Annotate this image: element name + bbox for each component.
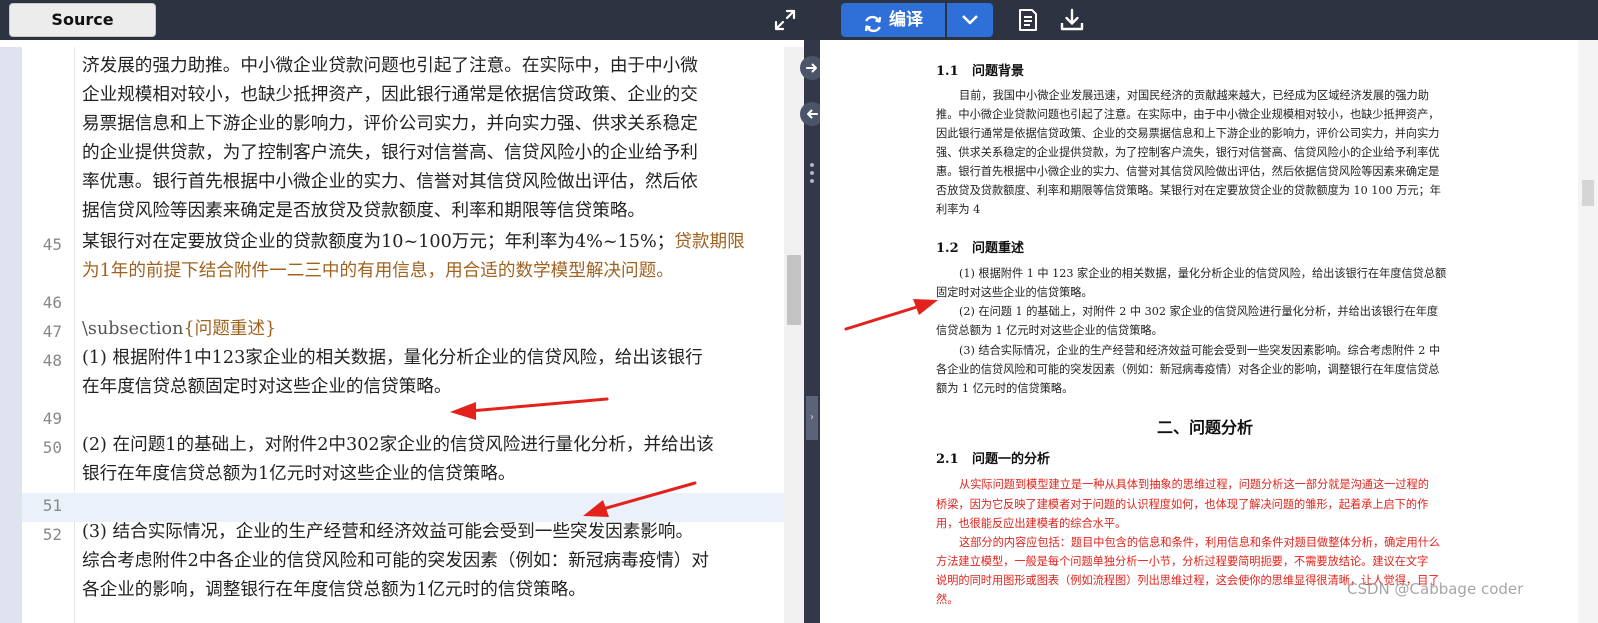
- document-icon[interactable]: [1014, 6, 1042, 34]
- code-line[interactable]: 的企业提供贷款，为了控制客户流失，银行对信誉高、信贷风险小的企业给予利: [82, 139, 698, 168]
- section-title: 问题一的分析: [972, 452, 1051, 467]
- paragraph-line: 然。: [936, 593, 959, 606]
- paragraph-line: (3) 结合实际情况，企业的生产经营和经济效益可能会受到一些突发因素影响。综合考…: [959, 344, 1441, 357]
- code-line[interactable]: 综合考虑附件2中各企业的信贷风险和可能的突发因素（例如：新冠病毒疫情）对: [82, 547, 709, 576]
- arrow-right-icon: [806, 63, 817, 73]
- code-line[interactable]: 某银行对在定要放贷企业的贷款额度为10~100万元；年利率为4%~15%；贷款期…: [82, 228, 745, 257]
- compile-button[interactable]: 编译: [841, 3, 945, 37]
- watermark: CSDN @Cabbage coder: [1347, 580, 1524, 598]
- code-line[interactable]: 企业规模相对较小，也缺少抵押资产，因此银行通常是依据信贷政策、企业的交: [82, 81, 698, 110]
- source-button[interactable]: Source: [9, 3, 156, 37]
- line-number: 48: [42, 351, 62, 370]
- code-line[interactable]: (3) 结合实际情况，企业的生产经营和经济效益可能会受到一些突发因素影响。: [82, 518, 693, 547]
- section-number: 2.1: [936, 452, 959, 467]
- code-text: 某银行对在定要放贷企业的贷款额度为10~100万元；年利率为4%~15%；: [82, 232, 675, 252]
- paragraph-line: 推。中小微企业贷款问题也引起了注意。在实际中，由于中小微企业规模相对较小，也缺少…: [936, 108, 1440, 121]
- section-title: 问题背景: [972, 64, 1025, 79]
- line-number: 49: [42, 409, 62, 428]
- line-number: 46: [42, 293, 62, 312]
- line-number: 47: [42, 322, 62, 341]
- paragraph-line: 方法建立模型，一般是每个问题单独分析一小节，分析过程要简明扼要，不需要放结论。建…: [936, 555, 1429, 568]
- line-number: 51: [42, 496, 62, 515]
- arrow-left-icon: [807, 109, 818, 119]
- chevron-down-icon: [962, 15, 978, 25]
- latex-argument: {问题重述}: [183, 319, 277, 339]
- preview-scrollbar-thumb[interactable]: [1582, 180, 1594, 206]
- line-number: 52: [42, 525, 62, 544]
- paragraph-line: 这部分的内容应包括：题目中包含的信息和条件，利用信息和条件对题目做整体分析，确定…: [959, 536, 1441, 549]
- paragraph-line: 否放贷及贷款额度、利率和期限等信贷策略。某银行对在定要放贷企业的贷款额度为 10…: [936, 184, 1441, 197]
- latex-command: \subsection: [82, 319, 184, 339]
- paragraph-line: 额为 1 亿元时的信贷策略。: [936, 382, 1074, 395]
- section-heading: 1.1 问题背景: [936, 60, 1024, 79]
- collapse-pane-button[interactable]: ›: [806, 396, 818, 440]
- code-line[interactable]: 为1年的前提下结合附件一二三中的有用信息，用合适的数学模型解决问题。: [82, 257, 674, 286]
- paragraph-line: 桥梁，因为它反映了建模者对于问题的认识程度如何，也体现了解决问题的雏形，起着承上…: [936, 498, 1429, 511]
- section-title: 问题重述: [972, 241, 1025, 256]
- section-heading: 2.1 问题一的分析: [936, 448, 1050, 467]
- paragraph-line: (1) 根据附件 1 中 123 家企业的相关数据，量化分析企业的信贷风险，给出…: [959, 267, 1447, 280]
- line-number: 50: [42, 438, 62, 457]
- code-line[interactable]: \subsection{问题重述}: [82, 315, 276, 344]
- paragraph-line: 惠。银行首先根据中小微企业的实力、信誉对其信贷风险做出评估，然后依据信贷风险等因…: [936, 165, 1440, 178]
- section-number: 1.1: [936, 64, 959, 79]
- code-line[interactable]: 银行在年度信贷总额为1亿元时对这些企业的信贷策略。: [82, 460, 515, 489]
- paragraph-line: 强、供求关系稳定的企业提供贷款，为了控制客户流失，银行对信誉高、信贷风险小的企业…: [936, 146, 1440, 159]
- compile-label: 编译: [889, 10, 923, 30]
- code-line[interactable]: 各企业的影响，调整银行在年度信贷总额为1亿元时的信贷策略。: [82, 576, 586, 605]
- top-toolbar: Source 编译: [0, 0, 1598, 40]
- fold-gutter: [0, 47, 22, 623]
- preview-scrollbar[interactable]: [1578, 40, 1598, 623]
- code-line[interactable]: 率优惠。银行首先根据中小微企业的实力、信誉对其信贷风险做出评估，然后依: [82, 168, 698, 197]
- code-line[interactable]: 易票据信息和上下游企业的影响力，评价公司实力，并向实力强、供求关系稳定: [82, 110, 698, 139]
- paragraph-line: 各企业的信贷风险和可能的突发因素（例如：新冠病毒疫情）对各企业的影响，调整银行在…: [936, 363, 1440, 376]
- code-line[interactable]: 据信贷风险等因素来确定是否放贷及贷款额度、利率和期限等信贷策略。: [82, 197, 645, 226]
- paragraph-line: 利率为 4: [936, 203, 981, 216]
- pane-splitter[interactable]: [804, 40, 820, 623]
- code-line[interactable]: 济发展的强力助推。中小微企业贷款问题也引起了注意。在实际中，由于中小微: [82, 52, 698, 81]
- editor-scrollbar-thumb[interactable]: [787, 255, 801, 325]
- paragraph-line: 固定时对这些企业的信贷策略。: [936, 286, 1093, 299]
- source-editor[interactable]: 45 46 47 48 49 50 51 52 济发展的强力助推。中小微企业贷款…: [0, 47, 804, 623]
- compile-options-dropdown[interactable]: [947, 3, 993, 37]
- code-line[interactable]: 在年度信贷总额固定时对这些企业的信贷策略。: [82, 373, 451, 402]
- paragraph-line: 信贷总额为 1 亿元时对这些企业的信贷策略。: [936, 324, 1163, 337]
- line-number: 45: [42, 235, 62, 254]
- code-text-highlight: 贷款期限: [674, 232, 745, 252]
- chapter-title: 二、问题分析: [1157, 418, 1254, 437]
- paragraph-line: (2) 在问题 1 的基础上，对附件 2 中 302 家企业的信贷风险进行量化分…: [959, 305, 1439, 318]
- code-line[interactable]: (1) 根据附件1中123家企业的相关数据，量化分析企业的信贷风险，给出该银行: [82, 344, 703, 373]
- download-icon[interactable]: [1058, 6, 1086, 34]
- paragraph-line: 目前，我国中小微企业发展迅速，对国民经济的贡献越来越大，已经成为区域经济发展的强…: [959, 89, 1429, 102]
- code-line[interactable]: (2) 在问题1的基础上，对附件2中302家企业的信贷风险进行量化分析，并给出该: [82, 431, 714, 460]
- paragraph-line: 因此银行通常是依据信贷政策、企业的交易票据信息和上下游企业的影响力，评价公司实力…: [936, 127, 1440, 140]
- drag-handle-icon[interactable]: [810, 163, 814, 187]
- editor-scrollbar[interactable]: [784, 47, 804, 623]
- section-number: 1.2: [936, 241, 959, 256]
- paragraph-line: 从实际问题到模型建立是一种从具体到抽象的思维过程，问题分析这一部分就是沟通这一过…: [959, 478, 1429, 491]
- paragraph-line: 用，也很能反应出建模者的综合水平。: [936, 517, 1127, 530]
- expand-icon[interactable]: [771, 6, 799, 34]
- section-heading: 1.2 问题重述: [936, 237, 1024, 256]
